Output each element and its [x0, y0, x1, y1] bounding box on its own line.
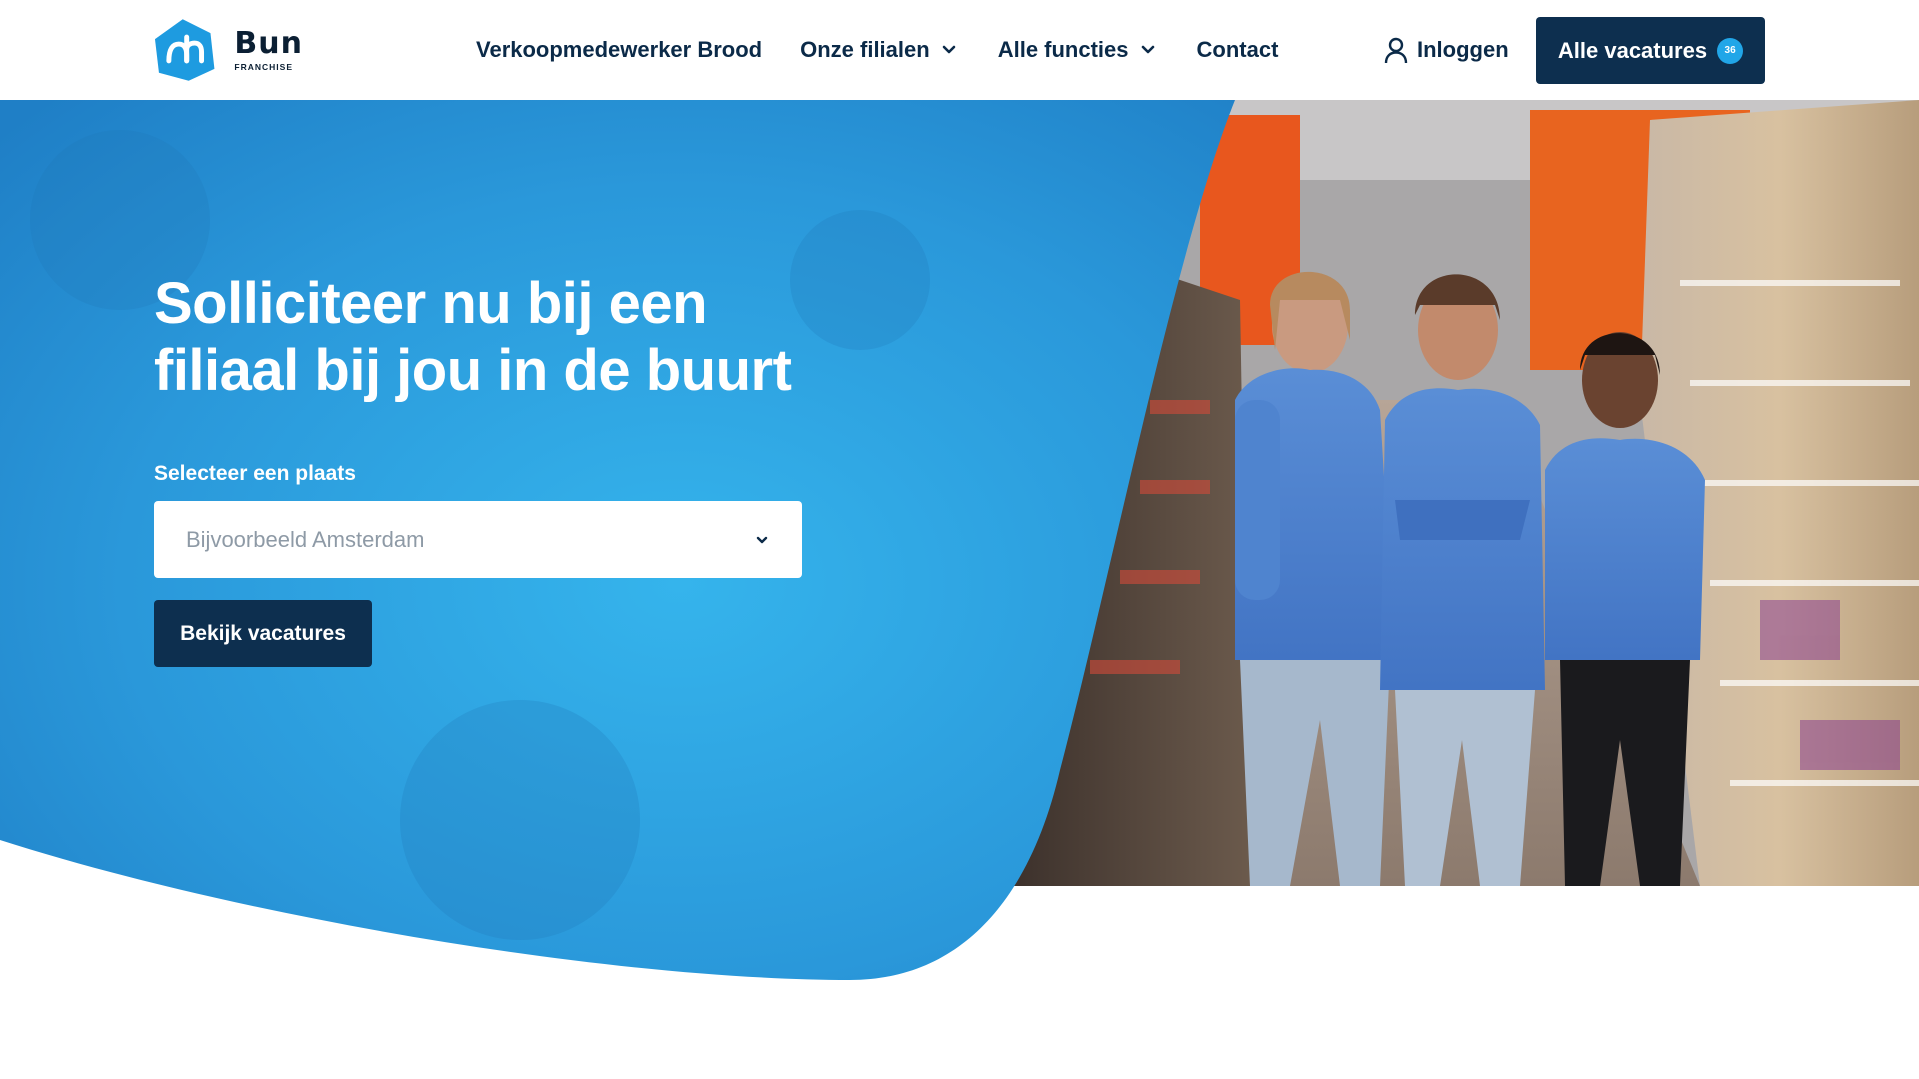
nav-item-label: Contact: [1196, 37, 1279, 62]
nav-item-onze-filialen[interactable]: Onze filialen: [800, 37, 958, 63]
all-vacancies-label: Alle vacatures: [1557, 37, 1708, 63]
view-vacancies-button[interactable]: Bekijk vacatures: [154, 600, 372, 667]
main-nav: Verkoopmedewerker Brood Onze filialen Al…: [476, 0, 1278, 100]
chevron-down-icon: [756, 536, 768, 543]
location-select[interactable]: Bijvoorbeeld Amsterdam: [154, 501, 802, 578]
login-label: Inloggen: [1417, 37, 1509, 62]
logo-name: Bun: [234, 25, 303, 61]
nav-item-label: Verkoopmedewerker Brood: [476, 37, 763, 62]
nav-item-label: Onze filialen: [800, 37, 930, 62]
location-select-label: Selecteer een plaats: [154, 462, 356, 485]
all-vacancies-button[interactable]: Alle vacatures 36: [1536, 17, 1765, 84]
location-select-placeholder: Bijvoorbeeld Amsterdam: [186, 526, 425, 552]
logo-subtitle: FRANCHISE: [234, 61, 293, 72]
hero-title: Solliciteer nu bij een filiaal bij jou i…: [154, 271, 792, 403]
nav-item-verkoopmedewerker-brood[interactable]: Verkoopmedewerker Brood: [476, 37, 762, 63]
site-header: Bun FRANCHISE Verkoopmedewerker Brood On…: [0, 0, 1919, 100]
hero-content: Solliciteer nu bij een filiaal bij jou i…: [154, 270, 854, 667]
nav-item-contact[interactable]: Contact: [1197, 37, 1279, 63]
login-link[interactable]: Inloggen: [1383, 0, 1509, 100]
vacancy-count-badge: 36: [1717, 37, 1744, 64]
nav-item-label: Alle functies: [997, 37, 1129, 62]
nav-item-alle-functies[interactable]: Alle functies: [998, 37, 1157, 63]
brand-logo[interactable]: Bun FRANCHISE: [153, 16, 303, 84]
hero-section: Solliciteer nu bij een filiaal bij jou i…: [0, 100, 1919, 1000]
chevron-down-icon: [1141, 45, 1154, 54]
user-icon: [1384, 37, 1408, 64]
ah-logo-icon: [154, 19, 215, 81]
chevron-down-icon: [942, 45, 956, 54]
